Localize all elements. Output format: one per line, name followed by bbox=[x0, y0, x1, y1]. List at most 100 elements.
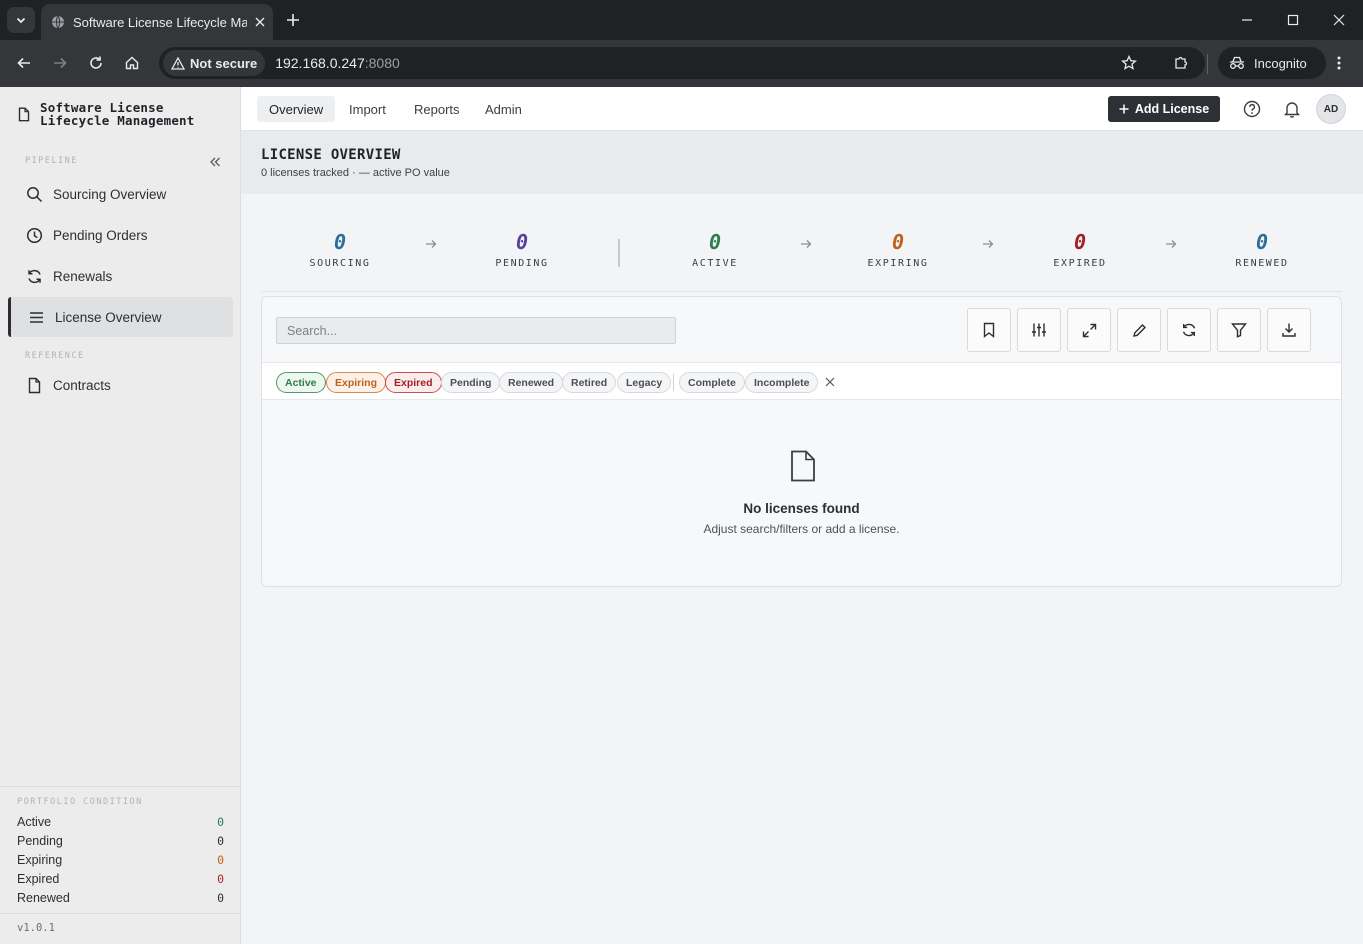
portfolio-value: 0 bbox=[217, 871, 224, 886]
sidebar-item-renewals[interactable]: Renewals bbox=[8, 256, 233, 296]
columns-button[interactable] bbox=[1017, 308, 1061, 352]
expand-button[interactable] bbox=[1067, 308, 1111, 352]
sidebar-item-label: License Overview bbox=[55, 309, 162, 325]
portfolio-title: PORTFOLIO CONDITION bbox=[17, 797, 143, 807]
portfolio-condition: PORTFOLIO CONDITION Active 0 Pending 0 Exp… bbox=[0, 786, 240, 907]
reload-icon bbox=[90, 56, 102, 69]
user-avatar[interactable]: AD bbox=[1316, 94, 1346, 124]
security-indicator[interactable]: Not secure bbox=[163, 50, 266, 76]
download-button[interactable] bbox=[1267, 308, 1311, 352]
forward-button[interactable] bbox=[47, 50, 73, 76]
add-license-button[interactable]: Add License bbox=[1108, 96, 1220, 122]
address-bar[interactable]: Not secure 192.168.0.247:8080 bbox=[159, 47, 1205, 79]
plus-icon bbox=[287, 14, 299, 26]
refresh-icon bbox=[28, 269, 41, 283]
chip-expiring[interactable]: Expiring bbox=[326, 372, 387, 393]
add-license-label: Add License bbox=[1134, 102, 1210, 116]
list-icon bbox=[30, 311, 43, 323]
minimize-button[interactable] bbox=[1235, 8, 1259, 32]
back-button[interactable] bbox=[11, 50, 37, 76]
portfolio-value: 0 bbox=[217, 852, 224, 867]
tab-overview[interactable]: Overview bbox=[257, 96, 336, 122]
star-icon[interactable] bbox=[1121, 55, 1137, 71]
sidebar-item-label: Sourcing Overview bbox=[53, 186, 167, 202]
filter-chip-bar: Active Expiring Expired Pending Renewed … bbox=[262, 362, 1341, 400]
reload-button[interactable] bbox=[83, 50, 109, 76]
brand[interactable]: Software License Lifecycle Management bbox=[18, 101, 195, 127]
search-input[interactable] bbox=[276, 317, 676, 344]
tab-admin[interactable]: Admin bbox=[473, 96, 534, 122]
chip-expired[interactable]: Expired bbox=[385, 372, 442, 393]
portfolio-label: Expired bbox=[17, 871, 60, 886]
sidebar-item-sourcing-overview[interactable]: Sourcing Overview bbox=[8, 174, 233, 214]
arrow-left-icon bbox=[17, 57, 30, 69]
tab-reports[interactable]: Reports bbox=[402, 96, 472, 122]
stage-expired[interactable]: 0 EXPIRED bbox=[1020, 230, 1140, 269]
browser-tab[interactable]: Software License Lifecycle Mana bbox=[41, 4, 273, 40]
stage-value: 0 bbox=[891, 230, 905, 254]
document-icon bbox=[18, 107, 30, 122]
sliders-icon bbox=[1032, 323, 1046, 337]
pipeline-divider bbox=[618, 239, 620, 267]
home-button[interactable] bbox=[119, 50, 145, 76]
new-tab-button[interactable] bbox=[282, 9, 304, 31]
edit-button[interactable] bbox=[1117, 308, 1161, 352]
security-label: Not secure bbox=[190, 55, 258, 71]
license-table-panel: Active Expiring Expired Pending Renewed … bbox=[261, 296, 1342, 587]
bookmark-icon bbox=[983, 322, 995, 338]
portfolio-label: Renewed bbox=[17, 890, 70, 905]
portfolio-row-expiring: Expiring 0 bbox=[17, 850, 224, 869]
collapse-sidebar-icon[interactable] bbox=[207, 154, 223, 170]
incognito-indicator[interactable]: Incognito bbox=[1218, 47, 1326, 79]
chip-divider bbox=[673, 374, 674, 391]
stage-value: 0 bbox=[515, 230, 529, 254]
sidebar-item-label: Pending Orders bbox=[53, 227, 148, 243]
sidebar-item-contracts[interactable]: Contracts bbox=[8, 365, 233, 405]
stage-renewed[interactable]: 0 RENEWED bbox=[1202, 230, 1322, 269]
url-port: :8080 bbox=[364, 55, 400, 71]
empty-document-icon bbox=[791, 450, 815, 482]
stage-sourcing[interactable]: 0 SOURCING bbox=[280, 230, 400, 269]
chip-incomplete[interactable]: Incomplete bbox=[745, 372, 819, 393]
more-vertical-icon bbox=[1337, 56, 1341, 70]
close-icon[interactable] bbox=[255, 17, 265, 27]
stage-pending[interactable]: 0 PENDING bbox=[462, 230, 582, 269]
stage-value: 0 bbox=[1255, 230, 1269, 254]
tab-search-button[interactable] bbox=[7, 7, 35, 33]
tab-import[interactable]: Import bbox=[337, 96, 398, 122]
tab-strip: Software License Lifecycle Mana bbox=[0, 0, 1363, 40]
stage-value: 0 bbox=[708, 230, 722, 254]
chip-pending[interactable]: Pending bbox=[441, 372, 501, 393]
chip-active[interactable]: Active bbox=[276, 372, 326, 393]
app-version: v1.0.1 bbox=[0, 913, 240, 942]
saved-views-button[interactable] bbox=[967, 308, 1011, 352]
sidebar-item-license-overview[interactable]: License Overview bbox=[8, 297, 233, 337]
filter-button[interactable] bbox=[1217, 308, 1261, 352]
portfolio-row-pending: Pending 0 bbox=[17, 831, 224, 850]
incognito-icon bbox=[1230, 56, 1244, 69]
sidebar-item-pending-orders[interactable]: Pending Orders bbox=[8, 215, 233, 255]
browser-toolbar: Not secure 192.168.0.247:8080 Incognito bbox=[0, 40, 1363, 87]
help-button[interactable] bbox=[1242, 99, 1262, 119]
window-close-button[interactable] bbox=[1327, 8, 1351, 32]
browser-menu-button[interactable] bbox=[1326, 50, 1352, 76]
chip-renewed[interactable]: Renewed bbox=[499, 372, 564, 393]
stage-active[interactable]: 0 ACTIVE bbox=[655, 230, 775, 269]
page-title: LICENSE OVERVIEW bbox=[261, 147, 401, 163]
chip-retired[interactable]: Retired bbox=[562, 372, 617, 393]
stage-expiring[interactable]: 0 EXPIRING bbox=[838, 230, 958, 269]
filter-icon bbox=[1231, 323, 1247, 338]
portfolio-value: 0 bbox=[217, 833, 224, 848]
refresh-button[interactable] bbox=[1167, 308, 1211, 352]
maximize-button[interactable] bbox=[1281, 8, 1305, 32]
tab-title: Software License Lifecycle Mana bbox=[73, 14, 247, 30]
minimize-icon bbox=[1242, 19, 1252, 21]
extensions-button[interactable] bbox=[1168, 50, 1194, 76]
url-text: 192.168.0.247:8080 bbox=[275, 55, 400, 71]
stage-label: ACTIVE bbox=[692, 258, 738, 269]
notifications-button[interactable] bbox=[1282, 99, 1302, 119]
section-label-pipeline: PIPELINE bbox=[25, 156, 78, 166]
clear-filters-icon[interactable] bbox=[824, 376, 836, 388]
chip-complete[interactable]: Complete bbox=[679, 372, 745, 393]
chip-legacy[interactable]: Legacy bbox=[617, 372, 672, 393]
